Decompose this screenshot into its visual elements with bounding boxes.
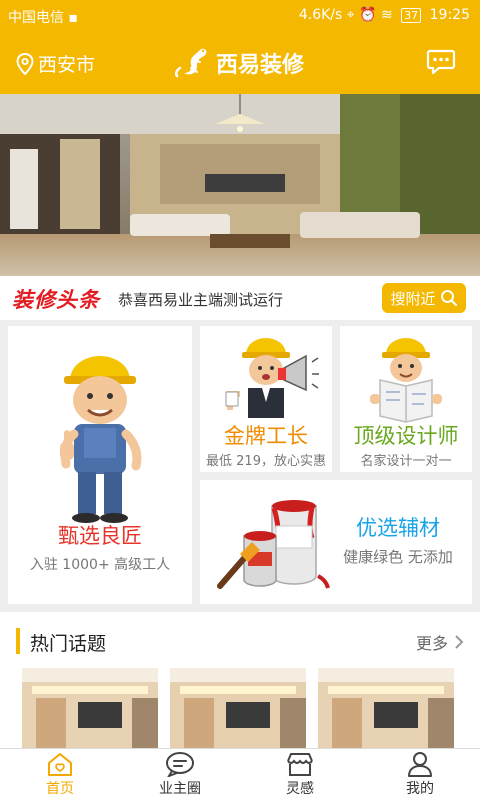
status-right: 4.6K/s ⌖ ⏰ ≋ 37 19:25 bbox=[299, 7, 470, 23]
city-label: 西安市 bbox=[38, 54, 96, 76]
feature-grid: 甄选良匠 入驻 1000+ 高级工人 金牌工长 最低 219，放心实惠 顶级设计… bbox=[0, 320, 480, 612]
foreman-megaphone-illustration bbox=[225, 338, 319, 418]
tab-home[interactable]: 首页 bbox=[0, 749, 120, 801]
store-icon bbox=[287, 753, 313, 776]
status-bar: 中国电信 ▪ 4.6K/s ⌖ ⏰ ≋ 37 19:25 bbox=[0, 0, 480, 32]
message-icon bbox=[426, 49, 456, 75]
chevron-right-icon bbox=[455, 635, 464, 649]
briefcase-icon: ▪ bbox=[68, 10, 78, 26]
card-craftsman-subtitle: 入驻 1000+ 高级工人 bbox=[29, 557, 171, 573]
paint-bucket-illustration bbox=[217, 500, 330, 589]
news-headline[interactable]: 恭喜西易业主端测试运行 bbox=[118, 289, 283, 310]
topic-room-photo bbox=[170, 668, 306, 748]
location-pin-icon bbox=[16, 52, 34, 75]
battery-indicator: 37 bbox=[401, 8, 422, 23]
gecko-logo-icon bbox=[174, 48, 207, 78]
chat-icon bbox=[166, 752, 194, 777]
tab-owner-circle[interactable]: 业主圈 bbox=[120, 749, 240, 801]
topic-room-photo bbox=[22, 668, 158, 748]
more-link[interactable]: 更多 bbox=[416, 630, 464, 654]
tab-profile[interactable]: 我的 bbox=[360, 749, 480, 801]
status-left: 中国电信 ▪ bbox=[8, 7, 78, 27]
city-selector[interactable]: 西安市 bbox=[16, 50, 95, 77]
card-materials-title: 优选辅材 bbox=[356, 516, 440, 540]
tab-home-label: 首页 bbox=[46, 781, 74, 797]
search-nearby-label: 搜附近 bbox=[390, 289, 436, 308]
topic-thumbnail[interactable] bbox=[22, 668, 158, 748]
search-icon bbox=[440, 290, 457, 307]
card-designer[interactable]: 顶级设计师 名家设计一对一 bbox=[340, 326, 472, 472]
banner-carousel[interactable] bbox=[0, 94, 480, 276]
search-nearby-button[interactable]: 搜附近 bbox=[382, 283, 466, 313]
news-logo: 装修头条 bbox=[12, 288, 100, 312]
news-ticker: 装修头条 恭喜西易业主端测试运行 搜附近 bbox=[0, 276, 480, 320]
section-accent-bar bbox=[16, 628, 20, 654]
section-title: 热门话题 bbox=[30, 633, 107, 655]
more-label: 更多 bbox=[415, 634, 448, 653]
location-status-icon: ⌖ bbox=[346, 7, 355, 23]
tab-inspiration-label: 灵感 bbox=[286, 781, 314, 797]
card-craftsman-title: 甄选良匠 bbox=[58, 524, 142, 548]
tab-profile-label: 我的 bbox=[406, 781, 434, 797]
message-button[interactable] bbox=[426, 48, 456, 80]
card-craftsman[interactable]: 甄选良匠 入驻 1000+ 高级工人 bbox=[8, 326, 192, 604]
card-foreman-subtitle: 最低 219，放心实惠 bbox=[206, 454, 326, 469]
topic-thumbnail[interactable] bbox=[318, 668, 454, 748]
brand-name: 西易装修 bbox=[216, 53, 305, 78]
user-icon bbox=[408, 752, 432, 777]
bottom-tab-bar: 首页 业主圈 灵感 我的 bbox=[0, 748, 480, 801]
home-icon bbox=[48, 753, 72, 776]
worker-thumbs-up-illustration bbox=[60, 356, 142, 523]
card-designer-subtitle: 名家设计一对一 bbox=[360, 454, 452, 469]
topic-thumbnail[interactable] bbox=[170, 668, 306, 748]
card-materials-subtitle: 健康绿色 无添加 bbox=[343, 548, 453, 566]
card-designer-title: 顶级设计师 bbox=[353, 424, 459, 448]
network-speed: 4.6K/s bbox=[298, 7, 343, 23]
brand: 西易装修 bbox=[174, 46, 304, 80]
app-header: 西安市 西易装修 bbox=[0, 32, 480, 94]
tab-owner-circle-label: 业主圈 bbox=[159, 781, 201, 797]
card-foreman-title: 金牌工长 bbox=[224, 424, 308, 448]
living-room-photo bbox=[0, 94, 480, 276]
clock: 19:25 bbox=[429, 7, 470, 23]
topic-room-photo bbox=[318, 668, 454, 748]
designer-blueprint-illustration bbox=[370, 338, 442, 423]
hot-topics-section: 热门话题 更多 bbox=[0, 612, 480, 748]
wifi-icon: ≋ bbox=[381, 7, 393, 23]
alarm-icon: ⏰ bbox=[359, 7, 377, 23]
tab-inspiration[interactable]: 灵感 bbox=[240, 749, 360, 801]
topic-thumbnails bbox=[22, 668, 454, 748]
card-foreman[interactable]: 金牌工长 最低 219，放心实惠 bbox=[200, 326, 332, 472]
card-materials[interactable]: 优选辅材 健康绿色 无添加 bbox=[200, 480, 472, 604]
carrier-label: 中国电信 bbox=[8, 10, 64, 26]
